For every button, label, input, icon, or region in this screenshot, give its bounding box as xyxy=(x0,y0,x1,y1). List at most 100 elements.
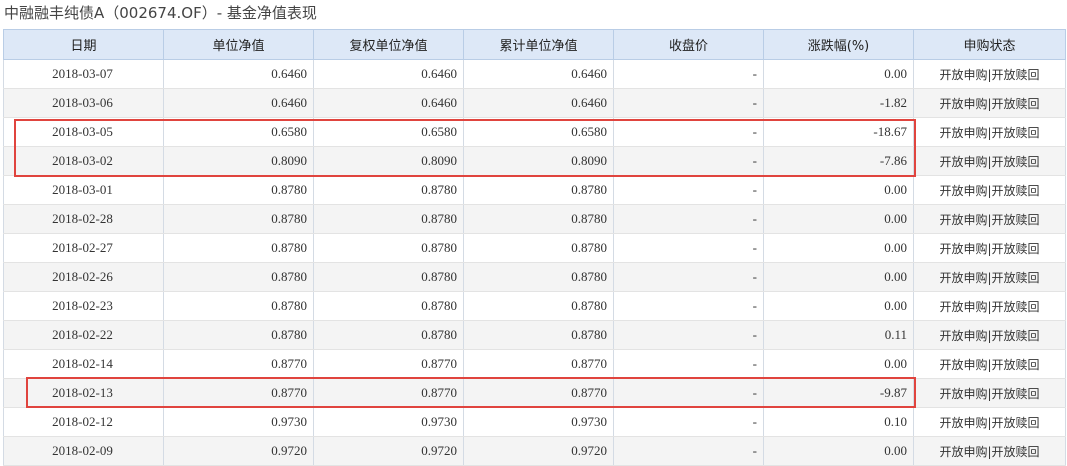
cell-accumulated-nav: 0.6460 xyxy=(463,59,614,89)
cell-accumulated-nav: 0.8780 xyxy=(463,262,614,292)
cell-accumulated-nav: 0.8780 xyxy=(463,233,614,263)
table-row: 2018-02-27 0.8780 0.8780 0.8780-0.00 开放申购|开放… xyxy=(3,233,1066,263)
cell-change-pct: -9.87 xyxy=(763,378,914,408)
cell-subscription-status[interactable]: 开放申购|开放赎回 xyxy=(913,378,1066,408)
cell-close-price: - xyxy=(613,436,764,466)
cell-unit-nav: 0.6580 xyxy=(163,117,314,147)
cell-accumulated-nav: 0.8780 xyxy=(463,320,614,350)
table-row: 2018-02-13 0.8770 0.8770 0.8770- -9.87 开放申购|开… xyxy=(3,378,1066,408)
cell-date: 2018-02-22 xyxy=(3,320,164,350)
cell-accumulated-nav: 0.6460 xyxy=(463,88,614,118)
cell-close-price: - xyxy=(613,320,764,350)
header-unit-nav[interactable]: 单位净值 xyxy=(163,29,314,60)
cell-change-pct: 0.00 xyxy=(763,204,914,234)
cell-date: 2018-03-06 xyxy=(3,88,164,118)
cell-accumulated-nav: 0.9730 xyxy=(463,407,614,437)
cell-subscription-status[interactable]: 开放申购|开放赎回 xyxy=(913,146,1066,176)
cell-unit-nav: 0.8770 xyxy=(163,378,314,408)
cell-adjusted-nav: 0.8780 xyxy=(313,262,464,292)
table-row: 2018-02-09 0.9720 0.9720 0.9720-0.00 开放申购|开放… xyxy=(3,436,1066,466)
cell-unit-nav: 0.8090 xyxy=(163,146,314,176)
cell-subscription-status[interactable]: 开放申购|开放赎回 xyxy=(913,262,1066,292)
cell-accumulated-nav: 0.8780 xyxy=(463,175,614,205)
cell-adjusted-nav: 0.8780 xyxy=(313,204,464,234)
cell-adjusted-nav: 0.8780 xyxy=(313,291,464,321)
cell-unit-nav: 0.8770 xyxy=(163,349,314,379)
cell-date: 2018-02-09 xyxy=(3,436,164,466)
cell-subscription-status[interactable]: 开放申购|开放赎回 xyxy=(913,407,1066,437)
table-row: 2018-02-12 0.9730 0.9730 0.9730-0.10 开放申购|开放… xyxy=(3,407,1066,437)
cell-subscription-status[interactable]: 开放申购|开放赎回 xyxy=(913,117,1066,147)
cell-unit-nav: 0.6460 xyxy=(163,88,314,118)
cell-change-pct: 0.00 xyxy=(763,349,914,379)
header-date[interactable]: 日期 xyxy=(3,29,164,60)
cell-accumulated-nav: 0.6580 xyxy=(463,117,614,147)
header-accumulated-nav[interactable]: 累计单位净值 xyxy=(463,29,614,60)
cell-change-pct: 0.00 xyxy=(763,59,914,89)
cell-accumulated-nav: 0.8770 xyxy=(463,349,614,379)
nav-table: 日期 单位净值 复权单位净值 累计单位净值 收盘价 涨跌幅(%) 申购状态 20… xyxy=(3,29,1066,466)
cell-unit-nav: 0.8780 xyxy=(163,320,314,350)
cell-unit-nav: 0.8780 xyxy=(163,233,314,263)
cell-date: 2018-03-02 xyxy=(3,146,164,176)
page-title: 中融融丰纯债A（002674.OF）- 基金净值表现 xyxy=(4,4,317,22)
cell-subscription-status[interactable]: 开放申购|开放赎回 xyxy=(913,204,1066,234)
table-row: 2018-03-06 0.6460 0.6460 0.6460- -1.82 开放申购|开… xyxy=(3,88,1066,118)
table-row: 2018-03-02 0.8090 0.8090 0.8090- -7.86 开放申购|开… xyxy=(3,146,1066,176)
cell-adjusted-nav: 0.8770 xyxy=(313,349,464,379)
cell-date: 2018-02-27 xyxy=(3,233,164,263)
cell-adjusted-nav: 0.8770 xyxy=(313,378,464,408)
header-adjusted-nav[interactable]: 复权单位净值 xyxy=(313,29,464,60)
header-subscription-status[interactable]: 申购状态 xyxy=(913,29,1066,60)
cell-accumulated-nav: 0.9720 xyxy=(463,436,614,466)
cell-adjusted-nav: 0.9730 xyxy=(313,407,464,437)
cell-close-price: - xyxy=(613,146,764,176)
cell-subscription-status[interactable]: 开放申购|开放赎回 xyxy=(913,349,1066,379)
cell-date: 2018-02-23 xyxy=(3,291,164,321)
cell-subscription-status[interactable]: 开放申购|开放赎回 xyxy=(913,436,1066,466)
cell-subscription-status[interactable]: 开放申购|开放赎回 xyxy=(913,175,1066,205)
table-row: 2018-02-26 0.8780 0.8780 0.8780-0.00 开放申购|开放… xyxy=(3,262,1066,292)
cell-accumulated-nav: 0.8090 xyxy=(463,146,614,176)
cell-subscription-status[interactable]: 开放申购|开放赎回 xyxy=(913,88,1066,118)
table-body: 2018-03-07 0.6460 0.6460 0.6460-0.00 开放申购|开放… xyxy=(3,59,1066,466)
cell-unit-nav: 0.8780 xyxy=(163,291,314,321)
cell-change-pct: 0.00 xyxy=(763,291,914,321)
nav-table-container: 日期 单位净值 复权单位净值 累计单位净值 收盘价 涨跌幅(%) 申购状态 20… xyxy=(3,29,1066,466)
cell-date: 2018-03-01 xyxy=(3,175,164,205)
cell-change-pct: 0.00 xyxy=(763,175,914,205)
cell-unit-nav: 0.8780 xyxy=(163,175,314,205)
cell-date: 2018-02-13 xyxy=(3,378,164,408)
cell-close-price: - xyxy=(613,378,764,408)
cell-close-price: - xyxy=(613,204,764,234)
cell-adjusted-nav: 0.8780 xyxy=(313,320,464,350)
cell-accumulated-nav: 0.8770 xyxy=(463,378,614,408)
cell-date: 2018-02-28 xyxy=(3,204,164,234)
cell-date: 2018-02-14 xyxy=(3,349,164,379)
table-row: 2018-02-22 0.8780 0.8780 0.8780-0.11 开放申购|开放… xyxy=(3,320,1066,350)
table-row: 2018-02-23 0.8780 0.8780 0.8780-0.00 开放申购|开放… xyxy=(3,291,1066,321)
cell-accumulated-nav: 0.8780 xyxy=(463,291,614,321)
table-row: 2018-03-05 0.6580 0.6580 0.6580- -18.67 开放申购|… xyxy=(3,117,1066,147)
cell-unit-nav: 0.8780 xyxy=(163,204,314,234)
cell-subscription-status[interactable]: 开放申购|开放赎回 xyxy=(913,233,1066,263)
table-row: 2018-02-28 0.8780 0.8780 0.8780-0.00 开放申购|开放… xyxy=(3,204,1066,234)
header-close-price[interactable]: 收盘价 xyxy=(613,29,764,60)
cell-close-price: - xyxy=(613,262,764,292)
cell-adjusted-nav: 0.8780 xyxy=(313,175,464,205)
header-change-pct[interactable]: 涨跌幅(%) xyxy=(763,29,914,60)
cell-close-price: - xyxy=(613,291,764,321)
cell-accumulated-nav: 0.8780 xyxy=(463,204,614,234)
cell-change-pct: -1.82 xyxy=(763,88,914,118)
cell-subscription-status[interactable]: 开放申购|开放赎回 xyxy=(913,59,1066,89)
cell-adjusted-nav: 0.6580 xyxy=(313,117,464,147)
cell-date: 2018-03-07 xyxy=(3,59,164,89)
cell-adjusted-nav: 0.8780 xyxy=(313,233,464,263)
cell-subscription-status[interactable]: 开放申购|开放赎回 xyxy=(913,320,1066,350)
cell-change-pct: -7.86 xyxy=(763,146,914,176)
cell-change-pct: -18.67 xyxy=(763,117,914,147)
cell-close-price: - xyxy=(613,175,764,205)
cell-change-pct: 0.10 xyxy=(763,407,914,437)
cell-close-price: - xyxy=(613,349,764,379)
cell-subscription-status[interactable]: 开放申购|开放赎回 xyxy=(913,291,1066,321)
